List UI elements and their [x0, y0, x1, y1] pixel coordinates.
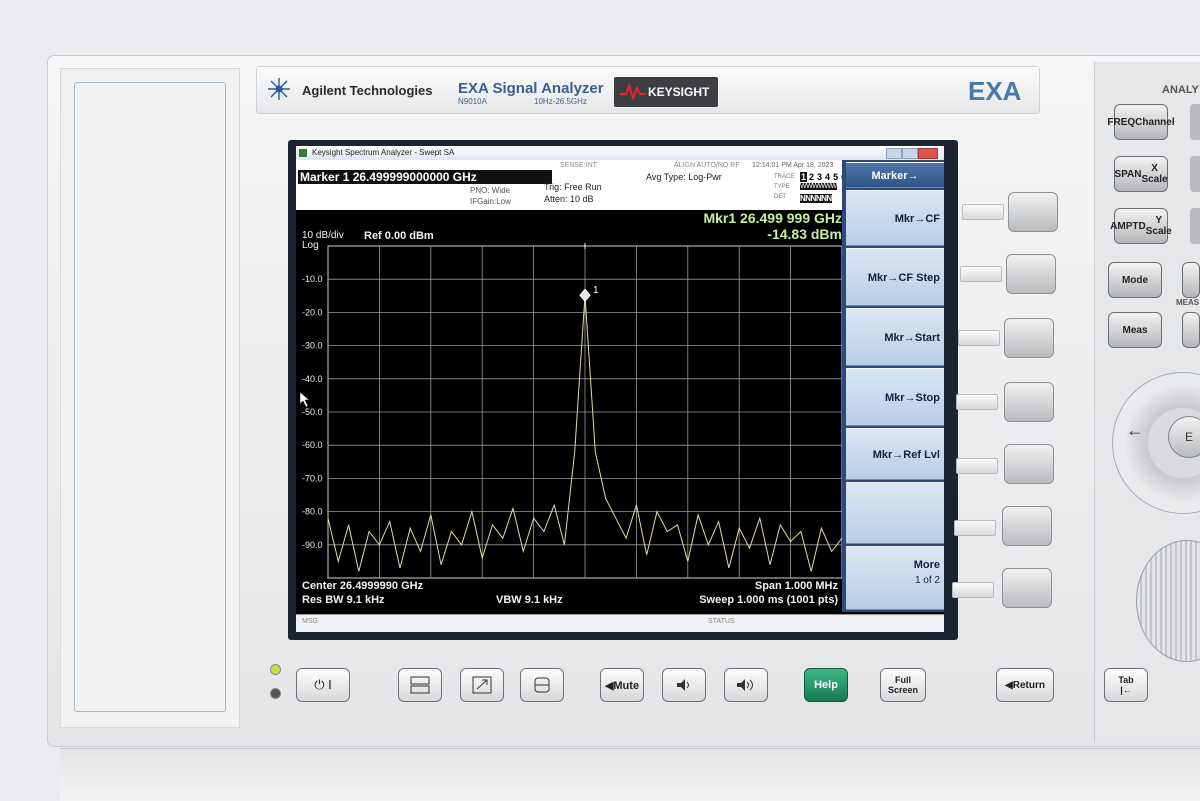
softkey-mkr-cf-step[interactable]: Mkr→CF Step	[846, 248, 944, 306]
right-edge-key[interactable]	[1190, 208, 1200, 244]
softkey-mkr-stop[interactable]: Mkr→Stop	[846, 368, 944, 426]
model-number: N9010A	[458, 97, 487, 106]
page-indicator: 1 of 2	[914, 575, 940, 586]
y-tick-label: -40.0	[302, 374, 323, 384]
hw-softkey-5[interactable]	[1004, 444, 1054, 484]
analysis-label: ANALY	[1162, 84, 1199, 96]
power-button[interactable]: ⏻ I	[296, 668, 350, 702]
tab-label: Tab	[1118, 675, 1134, 685]
sweep-time: Sweep 1.000 ms (1001 pts)	[699, 594, 838, 606]
y-tick-label: -90.0	[302, 540, 323, 550]
freq-channel-key[interactable]: FREQ Channel	[1107, 104, 1175, 140]
msg-label: MSG	[302, 618, 318, 625]
status-bar: MSG STATUS	[296, 614, 944, 632]
hw-softkey-3[interactable]	[1004, 318, 1054, 358]
speaker-high-icon	[737, 679, 753, 691]
span: Span 1.000 MHz	[754, 580, 838, 592]
window-split-icon	[410, 676, 430, 694]
softkey-menu-title: Marker→	[846, 162, 944, 188]
minimize-button[interactable]	[886, 148, 902, 159]
next-window-icon	[534, 677, 550, 693]
exa-logo: EXA	[968, 76, 1022, 106]
y-tick-label: -50.0	[302, 407, 323, 417]
arrow-left-icon[interactable]: ←	[1120, 420, 1150, 441]
softkey-button-bar	[956, 458, 998, 474]
softkey-blank[interactable]	[846, 482, 944, 544]
keysight-badge: KEYSIGHT	[614, 77, 718, 107]
standby-led	[270, 664, 281, 675]
softkey-button-bar	[954, 520, 996, 536]
help-key[interactable]: Help	[804, 668, 848, 702]
softkey-mkr-start[interactable]: Mkr→Start	[846, 308, 944, 366]
next-window-key[interactable]	[520, 668, 564, 702]
agilent-spark-logo	[268, 78, 290, 100]
more-label: More	[913, 559, 940, 571]
frequency-range: 10Hz-26.5GHz	[534, 97, 587, 106]
company-name: Agilent Technologies	[302, 83, 433, 98]
meas-key[interactable]: Meas	[1108, 312, 1162, 348]
keysight-label: KEYSIGHT	[648, 85, 710, 99]
video-bandwidth: VBW 9.1 kHz	[496, 594, 563, 606]
close-button[interactable]	[918, 148, 938, 159]
full-screen-label-1: Full	[895, 675, 911, 685]
softkey-button-bar	[952, 582, 994, 598]
softkey-button-bar	[960, 266, 1002, 282]
full-screen-key[interactable]: Full Screen	[880, 668, 926, 702]
hw-softkey-6[interactable]	[1002, 506, 1052, 546]
y-tick-label: -70.0	[302, 473, 323, 483]
softkey-button-bar	[962, 204, 1004, 220]
y-tick-labels: -10.0 -20.0 -30.0 -40.0 -50.0 -60.0 -70.0 -80.0…	[302, 274, 323, 550]
spectrum-graticule: -10.0 -20.0 -30.0 -40.0 -50.0 -60.0 -70.0 -80.0…	[299, 243, 842, 579]
meas-section-label: MEAS	[1176, 298, 1200, 307]
right-edge-key[interactable]	[1190, 104, 1200, 140]
softkey-button-bar	[956, 394, 998, 410]
tab-key[interactable]: Tab |←	[1104, 668, 1148, 702]
left-panel-inset	[74, 82, 226, 712]
maximize-button[interactable]	[902, 148, 918, 159]
zoom-window-key[interactable]	[460, 668, 504, 702]
softkey-more[interactable]: More 1 of 2	[846, 546, 944, 610]
tab-arrow-icon: |←	[1120, 685, 1132, 695]
y-tick-label: -30.0	[302, 341, 323, 351]
meas-side-key[interactable]	[1182, 312, 1200, 348]
return-key[interactable]: ◀Return	[996, 668, 1054, 702]
y-tick-label: -20.0	[302, 307, 323, 317]
mute-key[interactable]: ◀Mute	[600, 668, 644, 702]
speaker-low-icon	[677, 679, 689, 691]
resolution-bandwidth: Res BW 9.1 kHz	[302, 594, 385, 606]
volume-up-key[interactable]	[724, 668, 768, 702]
y-tick-label: -10.0	[302, 274, 323, 284]
status-label: STATUS	[708, 618, 735, 625]
amptd-yscale-key[interactable]: AMPTD Y Scale	[1110, 208, 1172, 244]
mode-side-key[interactable]	[1182, 262, 1200, 298]
center-frequency: Center 26.4999990 GHz	[302, 580, 424, 592]
mode-key[interactable]: Mode	[1108, 262, 1162, 298]
zoom-icon	[472, 676, 492, 694]
mouse-pointer-icon	[299, 391, 310, 408]
hw-softkey-7[interactable]	[1002, 568, 1052, 608]
y-tick-label: -80.0	[302, 507, 323, 517]
single-window-key[interactable]	[398, 668, 442, 702]
keysight-wave-icon	[620, 84, 646, 100]
span-xscale-key[interactable]: SPAN X Scale	[1114, 156, 1168, 192]
right-edge-key[interactable]	[1190, 156, 1200, 192]
volume-down-key[interactable]	[662, 668, 706, 702]
softkey-button-bar	[958, 330, 1000, 346]
y-tick-label: -60.0	[302, 440, 323, 450]
product-name: EXA Signal Analyzer	[458, 80, 604, 97]
hw-softkey-4[interactable]	[1004, 382, 1054, 422]
power-led	[270, 688, 281, 699]
full-screen-label-2: Screen	[887, 685, 919, 695]
hw-softkey-1[interactable]	[1008, 192, 1058, 232]
softkey-mkr-cf[interactable]: Mkr→CF	[846, 190, 944, 246]
softkey-mkr-ref-lvl[interactable]: Mkr→Ref Lvl	[846, 428, 944, 480]
marker-number-label: 1	[593, 285, 599, 296]
instrument-base	[60, 748, 1200, 801]
hw-softkey-2[interactable]	[1006, 254, 1056, 294]
